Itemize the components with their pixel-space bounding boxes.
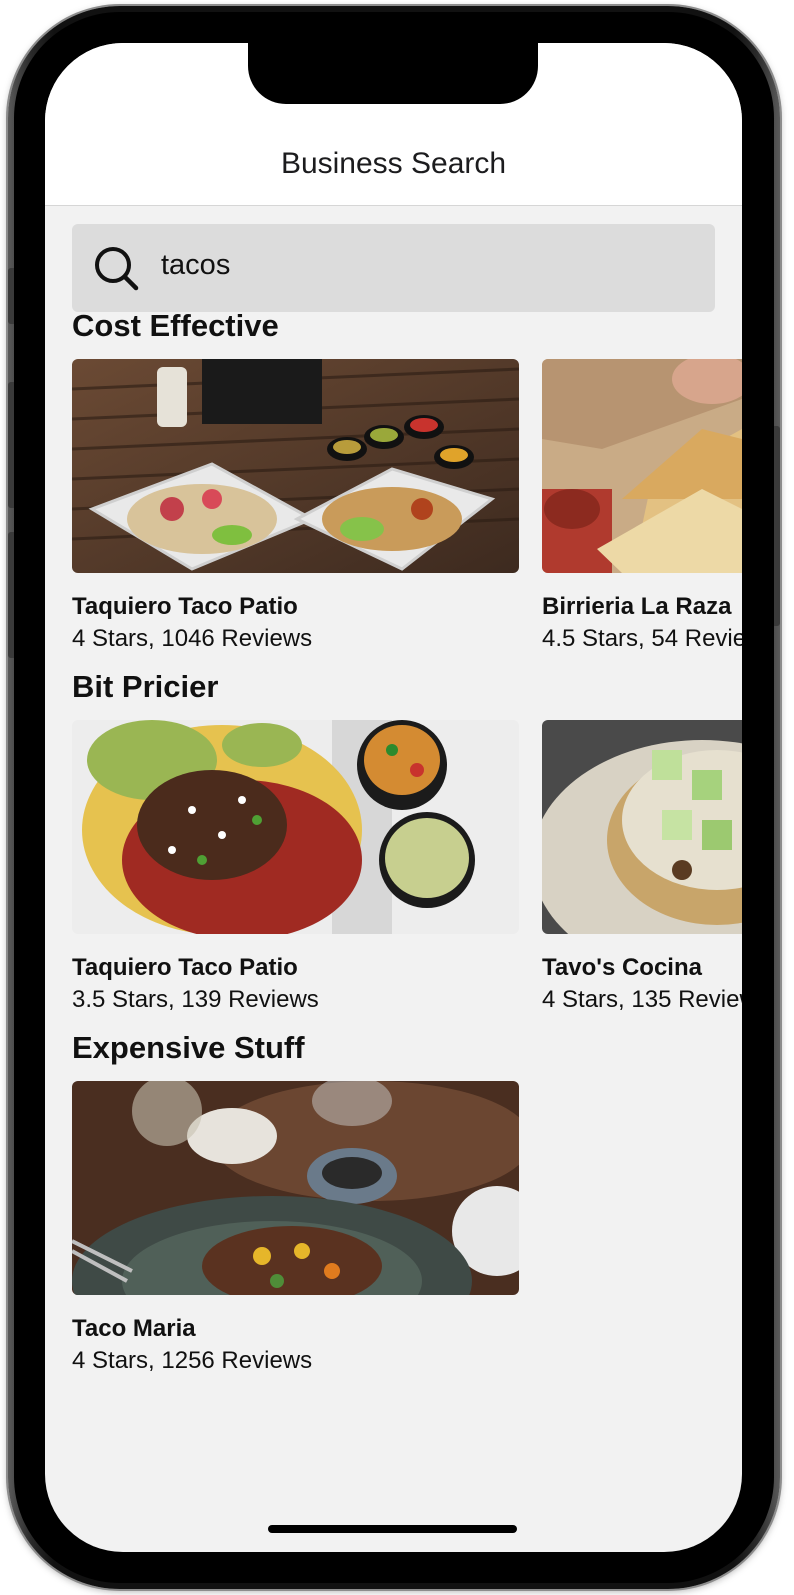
business-card[interactable]: Birrieria La Raza 4.5 Stars, 54 Reviews xyxy=(542,359,742,653)
business-photo[interactable] xyxy=(72,720,519,934)
home-indicator[interactable] xyxy=(268,1525,517,1533)
search-input[interactable]: tacos xyxy=(72,224,715,312)
page-title: Business Search xyxy=(280,147,507,180)
business-card[interactable]: Taquiero Taco Patio 3.5 Stars, 139 Revie… xyxy=(72,720,519,1014)
business-card[interactable]: Taquiero Taco Patio 4 Stars, 1046 Review… xyxy=(72,359,519,653)
business-name: Taquiero Taco Patio xyxy=(72,593,298,620)
business-photo[interactable] xyxy=(542,359,742,573)
section-title-expensive-stuff: Expensive Stuff xyxy=(72,1030,305,1065)
camera-notch xyxy=(248,43,538,104)
business-name: Taquiero Taco Patio xyxy=(72,954,298,981)
business-photo[interactable] xyxy=(542,720,742,934)
business-rating: 3.5 Stars, 139 Reviews xyxy=(72,986,319,1013)
business-rating: 4 Stars, 135 Reviews xyxy=(542,986,742,1013)
business-name: Taco Maria xyxy=(72,1315,196,1342)
business-card[interactable]: Tavo's Cocina 4 Stars, 135 Reviews xyxy=(542,720,742,1014)
section-title-cost-effective: Cost Effective xyxy=(72,308,279,343)
business-name: Tavo's Cocina xyxy=(542,954,702,981)
section-title-bit-pricier: Bit Pricier xyxy=(72,669,219,704)
app-screen: Business Search tacos Cost Effective Taq… xyxy=(45,43,742,1552)
business-photo[interactable] xyxy=(72,359,519,573)
business-rating: 4 Stars, 1046 Reviews xyxy=(72,625,313,652)
business-name: Birrieria La Raza xyxy=(542,593,732,620)
business-photo[interactable] xyxy=(72,1081,519,1295)
search-query-text[interactable]: tacos xyxy=(161,249,230,282)
business-rating: 4 Stars, 1256 Reviews xyxy=(72,1347,313,1374)
business-rating: 4.5 Stars, 54 Reviews xyxy=(542,625,742,652)
business-card[interactable]: Taco Maria 4 Stars, 1256 Reviews xyxy=(72,1081,519,1375)
magnifying-glass-icon xyxy=(95,247,139,291)
